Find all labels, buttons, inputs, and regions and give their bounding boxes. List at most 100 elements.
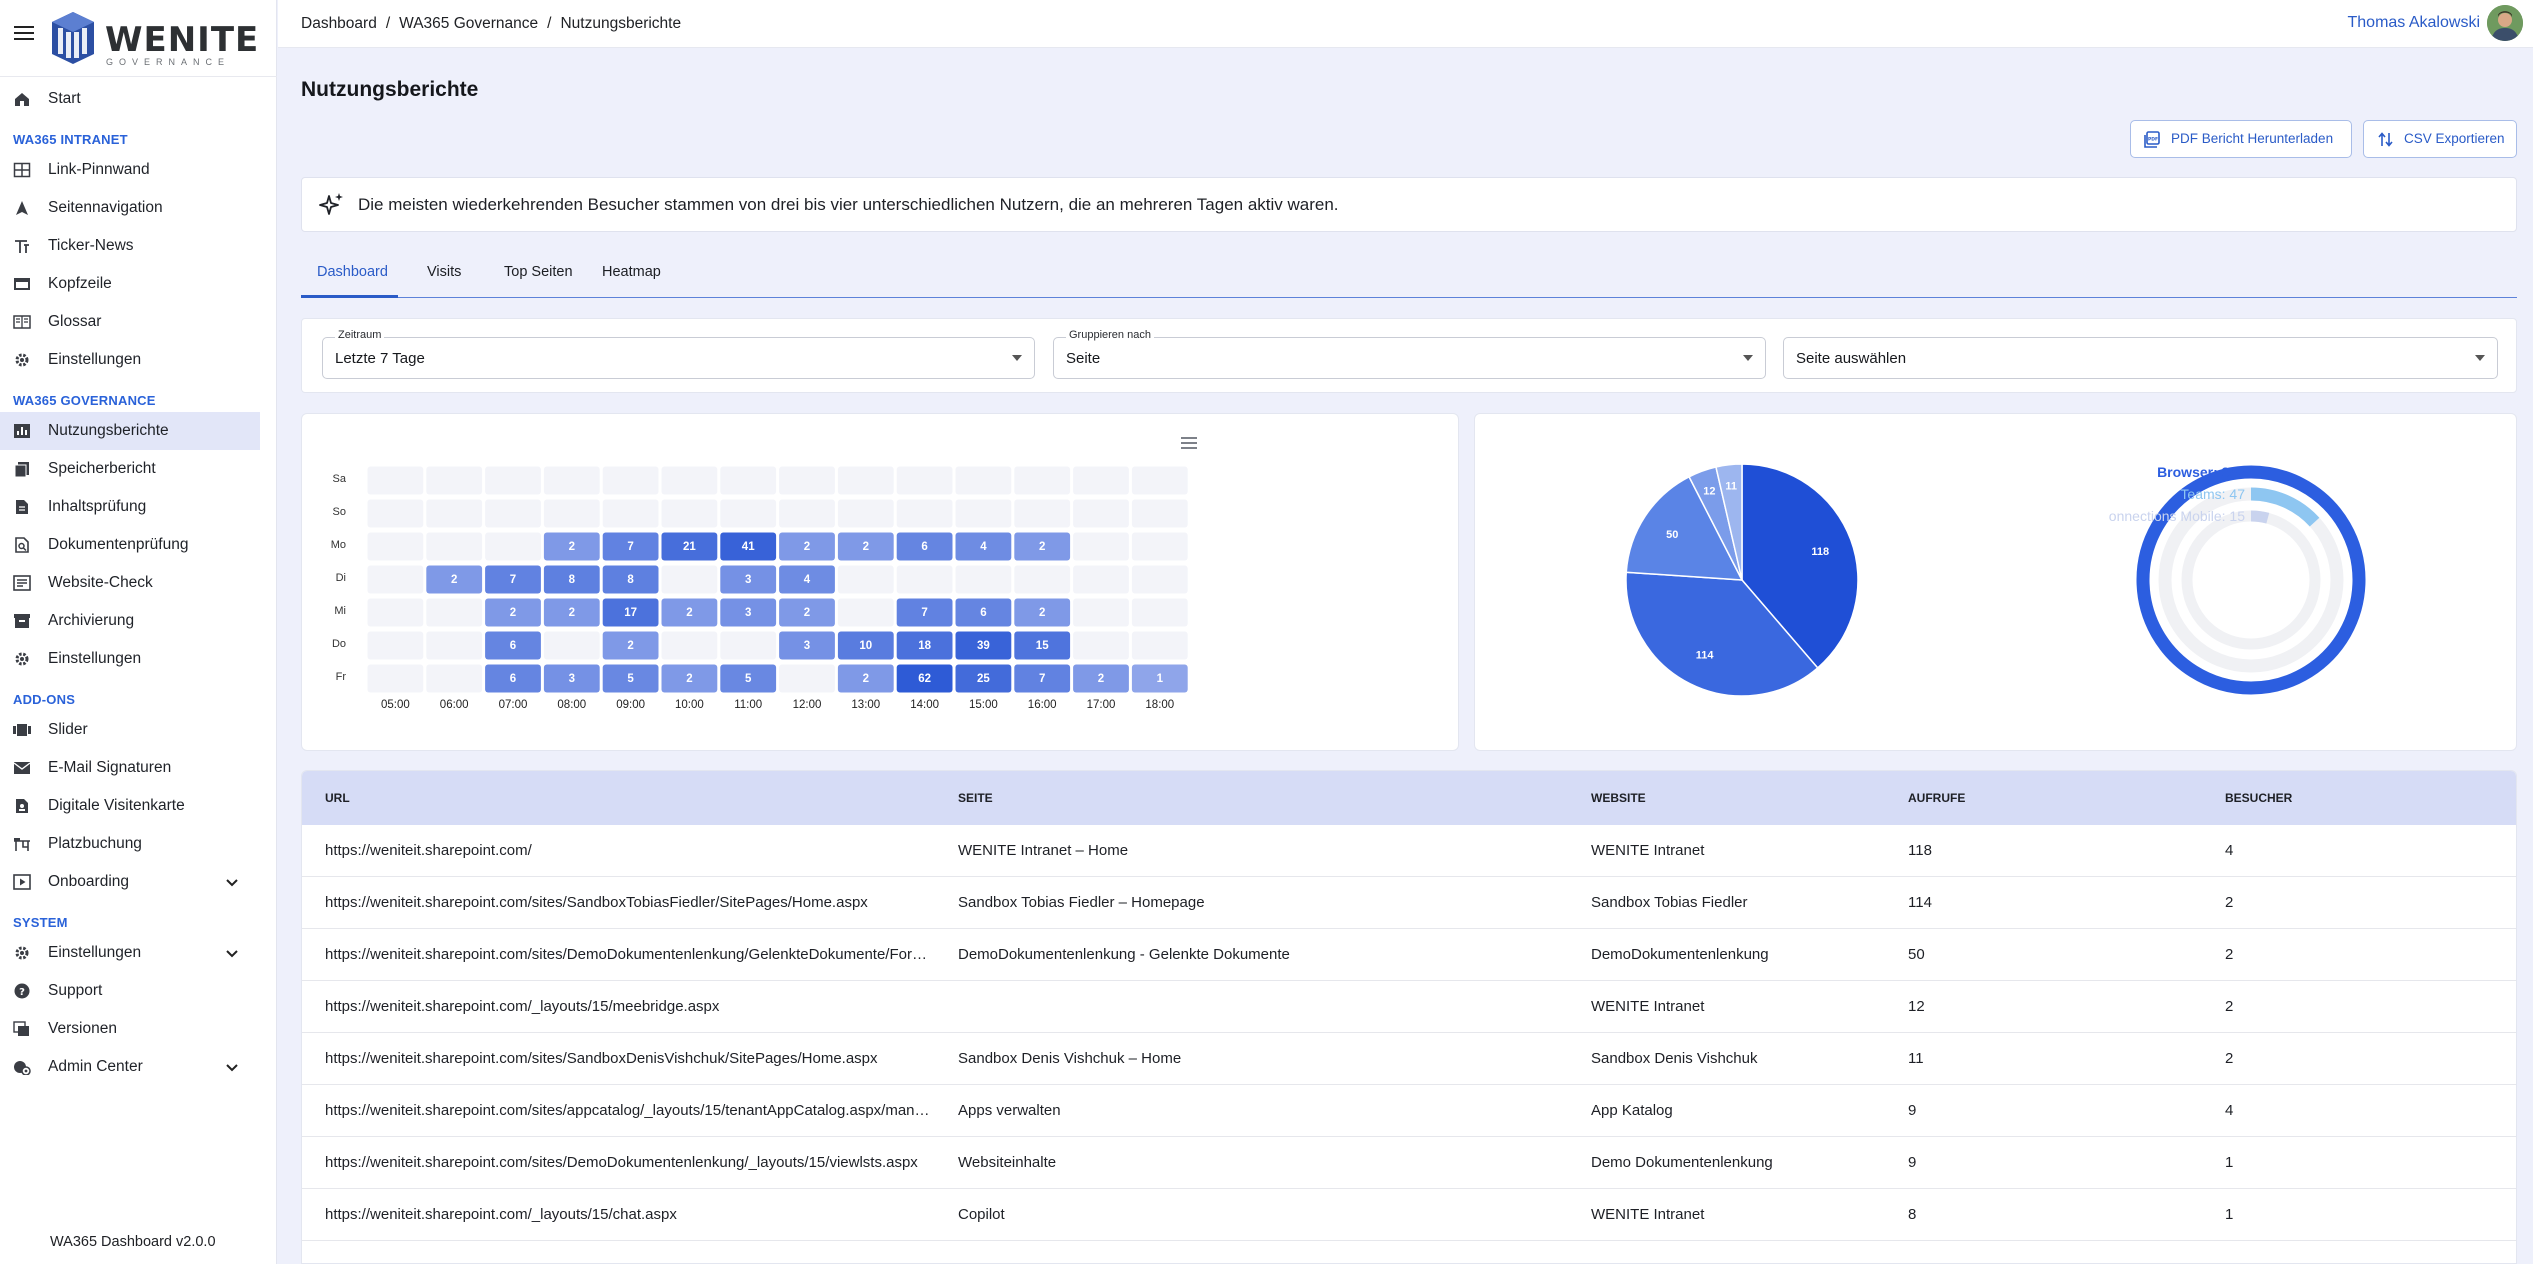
heatmap-cell[interactable] bbox=[1131, 631, 1188, 660]
heatmap-cell[interactable] bbox=[1073, 466, 1129, 495]
gruppieren-select[interactable]: Gruppieren nach Seite bbox=[1053, 329, 1766, 379]
heatmap-cell[interactable] bbox=[1131, 565, 1188, 594]
table-row[interactable]: https://weniteit.sharepoint.com/_layouts… bbox=[302, 981, 2516, 1033]
column-seite[interactable]: SEITE bbox=[958, 791, 1568, 805]
heatmap-cell[interactable] bbox=[661, 466, 718, 495]
heatmap-cell[interactable] bbox=[1131, 598, 1188, 627]
heatmap-cell[interactable] bbox=[602, 499, 659, 528]
heatmap-cell[interactable] bbox=[426, 466, 483, 495]
sidebar-item-e-mail-signaturen[interactable]: E-Mail Signaturen bbox=[0, 749, 277, 787]
sidebar-item-digitale-visitenkarte[interactable]: Digitale Visitenkarte bbox=[0, 787, 277, 825]
heatmap-cell[interactable] bbox=[837, 565, 894, 594]
table-row[interactable]: https://weniteit.sharepoint.com/sites/Sa… bbox=[302, 877, 2516, 929]
heatmap-cell[interactable] bbox=[896, 499, 953, 528]
tab-top-seiten[interactable]: Top Seiten bbox=[504, 264, 573, 298]
heatmap-cell[interactable] bbox=[367, 565, 424, 594]
sidebar-item-einstellungen[interactable]: Einstellungen bbox=[0, 341, 277, 379]
heatmap-cell[interactable] bbox=[485, 532, 541, 561]
sidebar-item-slider[interactable]: Slider bbox=[0, 711, 277, 749]
heatmap-cell[interactable] bbox=[1073, 631, 1129, 660]
sidebar-item-glossar[interactable]: Glossar bbox=[0, 303, 277, 341]
heatmap-cell[interactable] bbox=[543, 466, 600, 495]
sidebar-item-dokumentenprüfung[interactable]: Dokumentenprüfung bbox=[0, 526, 277, 564]
menu-toggle-icon[interactable] bbox=[14, 26, 34, 42]
url-cell[interactable]: https://weniteit.sharepoint.com/_layouts… bbox=[325, 998, 931, 1015]
sidebar-item-speicherbericht[interactable]: Speicherbericht bbox=[0, 450, 277, 488]
heatmap-cell[interactable] bbox=[1131, 499, 1188, 528]
heatmap-cell[interactable] bbox=[720, 631, 777, 660]
zeitraum-select[interactable]: Zeitraum Letzte 7 Tage bbox=[322, 329, 1035, 379]
heatmap-cell[interactable] bbox=[837, 499, 894, 528]
logo[interactable]: WENITE GOVERNANCE bbox=[48, 8, 258, 67]
heatmap-cell[interactable] bbox=[779, 664, 835, 693]
table-row[interactable]: https://weniteit.sharepoint.com/_layouts… bbox=[302, 1189, 2516, 1241]
column-besucher[interactable]: BESUCHER bbox=[2225, 791, 2425, 805]
url-cell[interactable]: https://weniteit.sharepoint.com/sites/Sa… bbox=[325, 1050, 931, 1067]
heatmap-cell[interactable] bbox=[1073, 499, 1129, 528]
heatmap-cell[interactable] bbox=[1131, 532, 1188, 561]
url-cell[interactable]: https://weniteit.sharepoint.com/ bbox=[325, 842, 931, 859]
tab-heatmap[interactable]: Heatmap bbox=[602, 264, 661, 298]
heatmap-cell[interactable] bbox=[367, 631, 424, 660]
heatmap-cell[interactable] bbox=[602, 466, 659, 495]
sidebar-item-link-pinnwand[interactable]: Link-Pinnwand bbox=[0, 151, 277, 189]
heatmap-cell[interactable] bbox=[661, 631, 718, 660]
breadcrumb-dashboard[interactable]: Dashboard bbox=[301, 15, 377, 32]
heatmap-cell[interactable] bbox=[426, 631, 483, 660]
heatmap-cell[interactable] bbox=[661, 565, 718, 594]
sidebar-item-admin-center[interactable]: Admin Center bbox=[0, 1048, 277, 1086]
sidebar-item-versionen[interactable]: Versionen bbox=[0, 1010, 277, 1048]
tab-dashboard[interactable]: Dashboard bbox=[301, 264, 398, 298]
heatmap-cell[interactable] bbox=[955, 499, 1012, 528]
url-cell[interactable]: https://weniteit.sharepoint.com/sites/ap… bbox=[325, 1102, 931, 1119]
heatmap-cell[interactable] bbox=[1131, 466, 1188, 495]
heatmap-cell[interactable] bbox=[955, 466, 1012, 495]
heatmap-cell[interactable] bbox=[720, 466, 777, 495]
heatmap-cell[interactable] bbox=[367, 532, 424, 561]
heatmap-cell[interactable] bbox=[779, 499, 835, 528]
heatmap-cell[interactable] bbox=[1014, 466, 1071, 495]
table-row[interactable]: https://weniteit.sharepoint.com/sites/De… bbox=[302, 929, 2516, 981]
chevron-down-icon[interactable] bbox=[224, 874, 240, 890]
chevron-down-icon[interactable] bbox=[224, 1059, 240, 1075]
column-website[interactable]: WEBSITE bbox=[1591, 791, 1891, 805]
heatmap-cell[interactable] bbox=[426, 532, 483, 561]
sidebar-item-support[interactable]: ? Support bbox=[0, 972, 277, 1010]
heatmap-cell[interactable] bbox=[896, 466, 953, 495]
heatmap-cell[interactable] bbox=[1073, 598, 1129, 627]
heatmap-cell[interactable] bbox=[367, 499, 424, 528]
sidebar-item-platzbuchung[interactable]: Platzbuchung bbox=[0, 825, 277, 863]
table-row[interactable]: https://weniteit.sharepoint.com/sites/ap… bbox=[302, 1085, 2516, 1137]
heatmap-cell[interactable] bbox=[367, 466, 424, 495]
heatmap-cell[interactable] bbox=[837, 466, 894, 495]
csv-export-button[interactable]: CSV Exportieren bbox=[2363, 120, 2517, 158]
url-cell[interactable]: https://weniteit.sharepoint.com/_layouts… bbox=[325, 1206, 931, 1223]
url-cell[interactable]: https://weniteit.sharepoint.com/sites/De… bbox=[325, 946, 931, 963]
sidebar-item-einstellungen[interactable]: Einstellungen bbox=[0, 640, 277, 678]
table-row[interactable]: https://weniteit.sharepoint.com/WENITE I… bbox=[302, 825, 2516, 877]
radial-bar[interactable] bbox=[2250, 510, 2270, 524]
sidebar-item-seitennavigation[interactable]: Seitennavigation bbox=[0, 189, 277, 227]
sidebar-item-ticker-news[interactable]: Ticker-News bbox=[0, 227, 277, 265]
heatmap-cell[interactable] bbox=[1073, 532, 1129, 561]
radial-bar[interactable] bbox=[2136, 465, 2366, 695]
user-name[interactable]: Thomas Akalowski bbox=[2348, 14, 2481, 32]
avatar[interactable] bbox=[2487, 5, 2523, 41]
breadcrumb-governance[interactable]: WA365 Governance bbox=[399, 15, 538, 32]
heatmap-cell[interactable] bbox=[543, 631, 600, 660]
sidebar-item-onboarding[interactable]: Onboarding bbox=[0, 863, 277, 901]
heatmap-cell[interactable] bbox=[779, 466, 835, 495]
heatmap-cell[interactable] bbox=[426, 499, 483, 528]
heatmap-cell[interactable] bbox=[720, 499, 777, 528]
sidebar-item-website-check[interactable]: Website-Check bbox=[0, 564, 277, 602]
heatmap-cell[interactable] bbox=[896, 565, 953, 594]
pdf-download-button[interactable]: PDF PDF Bericht Herunterladen bbox=[2130, 120, 2352, 158]
table-row[interactable]: https://weniteit.sharepoint.com/sites/De… bbox=[302, 1137, 2516, 1189]
chevron-down-icon[interactable] bbox=[224, 945, 240, 961]
heatmap-cell[interactable] bbox=[426, 598, 483, 627]
tab-visits[interactable]: Visits bbox=[427, 264, 461, 298]
heatmap-cell[interactable] bbox=[367, 598, 424, 627]
url-cell[interactable]: https://weniteit.sharepoint.com/sites/Sa… bbox=[325, 894, 931, 911]
sidebar-item-inhaltsprüfung[interactable]: Inhaltsprüfung bbox=[0, 488, 277, 526]
heatmap-cell[interactable] bbox=[426, 664, 483, 693]
